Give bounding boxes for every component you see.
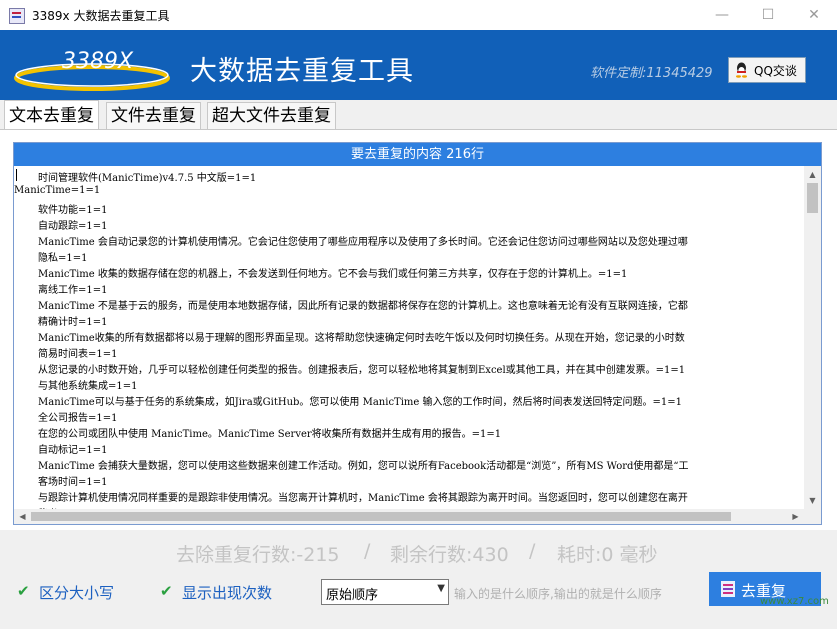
- close-icon[interactable]: ✕: [791, 0, 837, 30]
- editor-line: ManicTime可以与基于任务的系统集成，如Jira或GitHub。您可以使用…: [38, 397, 682, 408]
- order-select[interactable]: 原始顺序 ▼: [321, 579, 449, 605]
- editor-line: ManicTime 会自动记录您的计算机使用情况。它会记住您使用了哪些应用程序以…: [38, 237, 688, 248]
- scroll-up-icon[interactable]: ▲: [804, 166, 821, 183]
- editor-line: 自动标记=1=1: [38, 445, 108, 456]
- editor-line: ManicTime收集的所有数据都将以易于理解的图形界面呈现。这将帮助您快速确定…: [38, 333, 685, 344]
- editor-header: 要去重复的内容 216行: [14, 143, 821, 166]
- editor-line: 隐私=1=1: [38, 253, 88, 264]
- tab-large-file-dedup[interactable]: 超大文件去重复: [207, 102, 336, 129]
- removed-count: 去除重复行数:-215: [176, 544, 340, 566]
- editor-line: 客场时间=1=1: [38, 477, 108, 488]
- order-select-value: 原始顺序: [326, 588, 379, 603]
- chevron-down-icon: ▼: [437, 583, 445, 594]
- show-count-label: 显示出现次数: [182, 584, 273, 602]
- qq-penguin-icon: [736, 62, 747, 78]
- content-editor[interactable]: 要去重复的内容 216行 时间管理软件(ManicTime)v4.7.5 中文版…: [13, 142, 822, 525]
- elapsed-time: 耗时:0 毫秒: [557, 544, 658, 566]
- stats-separator: /: [364, 540, 371, 562]
- editor-textarea[interactable]: 时间管理软件(ManicTime)v4.7.5 中文版=1=1 ManicTime…: [14, 166, 804, 509]
- qq-button-label: QQ交谈: [754, 64, 797, 78]
- checkmark-icon: ✔: [17, 582, 30, 600]
- scroll-right-icon[interactable]: ▶: [787, 509, 804, 524]
- horizontal-scroll-thumb[interactable]: [31, 512, 731, 521]
- stats-bar: 去除重复行数:-215 / 剩余行数:430 / 耗时:0 毫秒: [0, 540, 837, 566]
- scroll-down-icon[interactable]: ▼: [804, 492, 821, 509]
- header-banner: 3389X 大数据去重复工具 软件定制:11345429 QQ交谈: [0, 30, 837, 100]
- window-title: 3389x 大数据去重复工具: [32, 9, 170, 23]
- editor-line: 精确计时=1=1: [38, 317, 108, 328]
- custom-contact: 软件定制:11345429: [590, 66, 713, 81]
- scroll-corner: [804, 509, 821, 524]
- editor-line: 在您的公司或团队中使用 ManicTime。ManicTime Server将收…: [38, 429, 502, 440]
- case-sensitive-label: 区分大小写: [39, 584, 115, 602]
- editor-line: 从您记录的小时数开始，几乎可以轻松创建任何类型的报告。创建报表后，您可以轻松地将…: [38, 365, 686, 376]
- app-icon: [9, 8, 25, 24]
- order-hint: 输入的是什么顺序,输出的就是什么顺序: [454, 587, 662, 601]
- editor-line: ManicTime 会捕获大量数据，您可以使用这些数据来创建工作活动。例如，您可…: [38, 461, 689, 472]
- horizontal-scrollbar[interactable]: ◀ ▶: [14, 509, 804, 524]
- editor-line: ManicTime=1=1: [14, 185, 101, 196]
- editor-line: 与其他系统集成=1=1: [38, 381, 138, 392]
- tab-file-dedup[interactable]: 文件去重复: [106, 102, 201, 129]
- editor-line: 时间管理软件(ManicTime)v4.7.5 中文版=1=1: [38, 173, 257, 184]
- vertical-scroll-thumb[interactable]: [807, 183, 818, 213]
- minimize-icon[interactable]: —: [699, 0, 745, 30]
- editor-line: 全公司报告=1=1: [38, 413, 118, 424]
- editor-line: 简易时间表=1=1: [38, 349, 118, 360]
- tab-bar: 文本去重复 文件去重复 超大文件去重复: [0, 100, 837, 131]
- editor-line: 软件功能=1=1: [38, 205, 108, 216]
- logo-text: 3389X: [62, 49, 134, 74]
- title-bar: 3389x 大数据去重复工具 — ☐ ✕: [0, 0, 837, 30]
- tab-text-dedup[interactable]: 文本去重复: [4, 100, 99, 131]
- app-logo: 3389X: [14, 49, 170, 91]
- editor-line: 离线工作=1=1: [38, 285, 108, 296]
- vertical-scrollbar[interactable]: ▲ ▼: [804, 166, 821, 509]
- scroll-left-icon[interactable]: ◀: [14, 509, 31, 524]
- qq-chat-button[interactable]: QQ交谈: [728, 57, 806, 83]
- watermark: www.xz7.com: [760, 596, 829, 607]
- editor-line: ManicTime 不是基于云的服务，而是使用本地数据存储，因此所有记录的数据都…: [38, 301, 688, 312]
- remaining-count: 剩余行数:430: [390, 544, 509, 566]
- app-title: 大数据去重复工具: [190, 56, 414, 87]
- checkmark-icon: ✔: [160, 582, 173, 600]
- editor-line: 自动跟踪=1=1: [38, 221, 108, 232]
- text-caret: [16, 169, 17, 181]
- editor-line: 与跟踪计算机使用情况同样重要的是跟踪非使用情况。当您离开计算机时，ManicTi…: [38, 493, 688, 504]
- dedup-icon: [721, 581, 735, 597]
- maximize-icon[interactable]: ☐: [745, 0, 791, 30]
- stats-separator: /: [529, 540, 536, 562]
- editor-line: ManicTime 收集的数据存储在您的机器上，不会发送到任何地方。它不会与我们…: [38, 269, 628, 280]
